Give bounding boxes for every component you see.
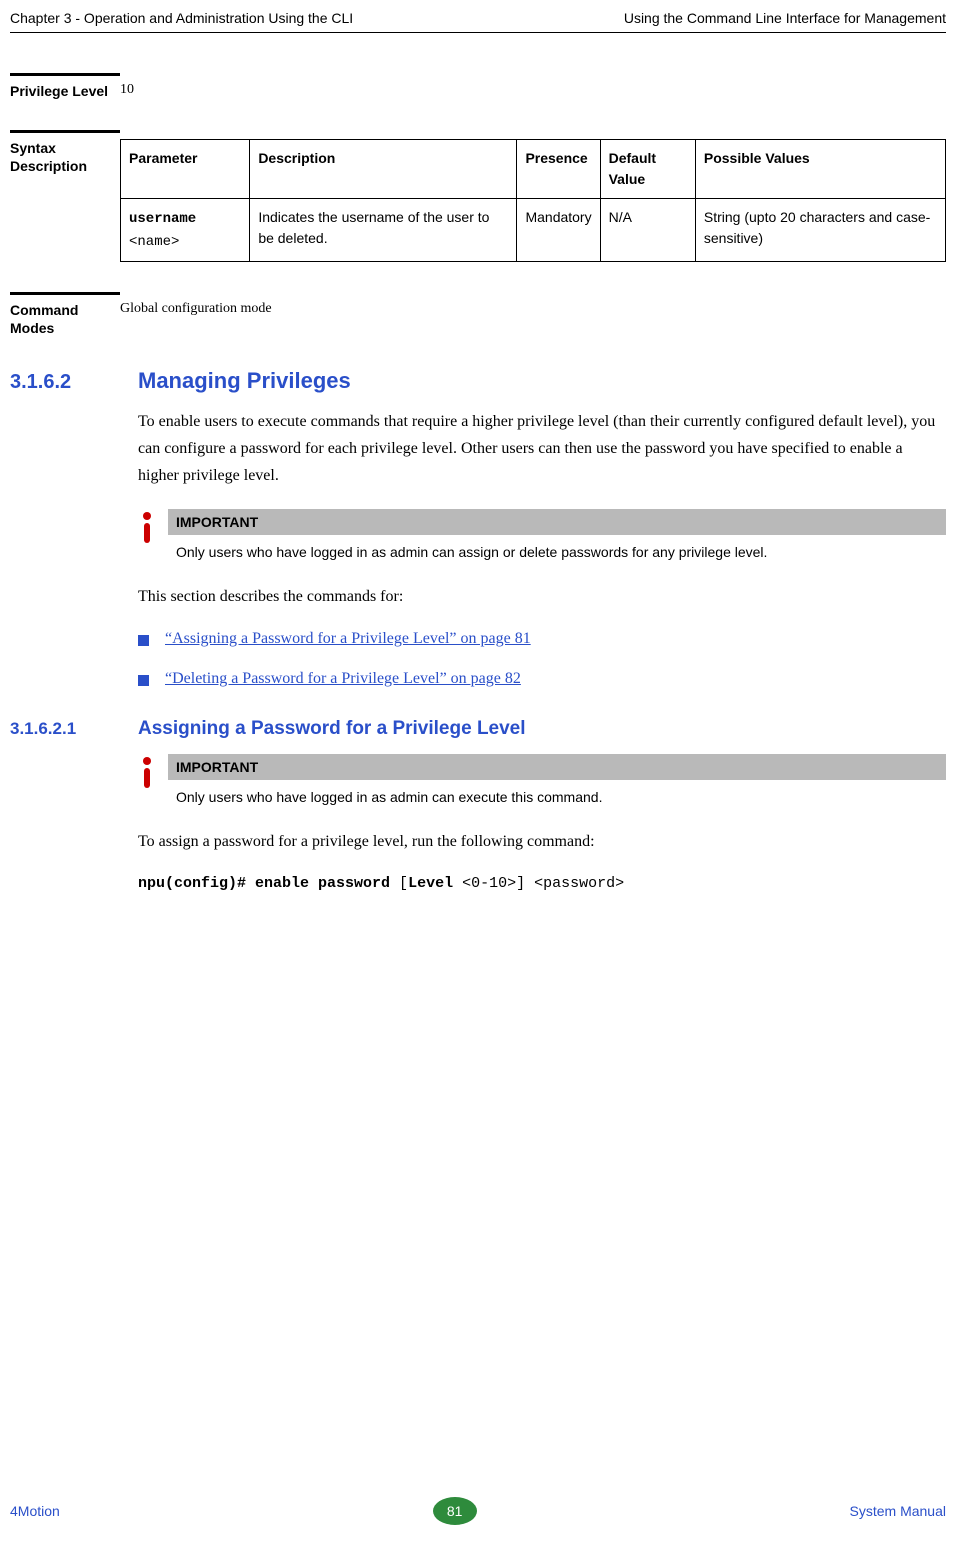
- col-description: Description: [250, 140, 517, 199]
- footer-doc-title: System Manual: [850, 1503, 946, 1519]
- important-callout: IMPORTANT Only users who have logged in …: [138, 754, 946, 812]
- important-heading: IMPORTANT: [168, 754, 946, 780]
- list-item: “Deleting a Password for a Privilege Lev…: [138, 670, 946, 688]
- bullet-icon: [138, 675, 149, 686]
- header-section: Using the Command Line Interface for Man…: [624, 10, 946, 26]
- header-rule: [10, 32, 946, 33]
- param-name: username: [129, 211, 196, 227]
- cell-parameter: username <name>: [121, 199, 250, 262]
- table-row: Parameter Description Presence Default V…: [121, 140, 946, 199]
- bullet-icon: [138, 635, 149, 646]
- page-number: 81: [433, 1497, 477, 1525]
- cell-presence: Mandatory: [517, 199, 600, 262]
- page-footer: 4Motion 81 System Manual: [10, 1497, 946, 1525]
- footer-product: 4Motion: [10, 1503, 60, 1519]
- cell-possible: String (upto 20 characters and case-sens…: [695, 199, 945, 262]
- table-row: username <name> Indicates the username o…: [121, 199, 946, 262]
- list-item: “Assigning a Password for a Privilege Le…: [138, 630, 946, 648]
- section-title: Managing Privileges: [138, 368, 351, 394]
- info-icon: [138, 509, 168, 547]
- col-presence: Presence: [517, 140, 600, 199]
- header-chapter: Chapter 3 - Operation and Administration…: [10, 10, 353, 26]
- important-text: Only users who have logged in as admin c…: [168, 535, 946, 567]
- cmd-bold: npu(config)# enable password: [138, 875, 399, 892]
- cmd-bold: Level: [408, 875, 453, 892]
- important-heading: IMPORTANT: [168, 509, 946, 535]
- section-intro: This section describes the commands for:: [138, 583, 946, 610]
- command-example: npu(config)# enable password [Level <0-1…: [138, 875, 946, 892]
- section-paragraph: To enable users to execute commands that…: [138, 408, 946, 490]
- link-list: “Assigning a Password for a Privilege Le…: [138, 630, 946, 688]
- cmd-plain: [: [399, 875, 408, 892]
- syntax-description-label: Syntax Description: [10, 130, 120, 175]
- privilege-level-value: 10: [120, 73, 946, 98]
- privilege-level-label: Privilege Level: [10, 73, 120, 100]
- cell-description: Indicates the username of the user to be…: [250, 199, 517, 262]
- command-modes-value: Global configuration mode: [120, 292, 946, 317]
- col-default: Default Value: [600, 140, 695, 199]
- cmd-plain: <0-10>] <password>: [453, 875, 624, 892]
- important-callout: IMPORTANT Only users who have logged in …: [138, 509, 946, 567]
- subsection-title: Assigning a Password for a Privilege Lev…: [138, 718, 526, 740]
- subsection-number: 3.1.6.2.1: [10, 719, 138, 739]
- section-number: 3.1.6.2: [10, 371, 138, 394]
- col-parameter: Parameter: [121, 140, 250, 199]
- important-text: Only users who have logged in as admin c…: [168, 780, 946, 812]
- command-modes-label: Command Modes: [10, 292, 120, 337]
- xref-link[interactable]: “Deleting a Password for a Privilege Lev…: [165, 670, 521, 688]
- info-icon: [138, 754, 168, 792]
- subsection-paragraph: To assign a password for a privilege lev…: [138, 828, 946, 855]
- syntax-table: Parameter Description Presence Default V…: [120, 139, 946, 262]
- xref-link[interactable]: “Assigning a Password for a Privilege Le…: [165, 630, 531, 648]
- param-arg: <name>: [129, 234, 179, 250]
- col-possible: Possible Values: [695, 140, 945, 199]
- cell-default: N/A: [600, 199, 695, 262]
